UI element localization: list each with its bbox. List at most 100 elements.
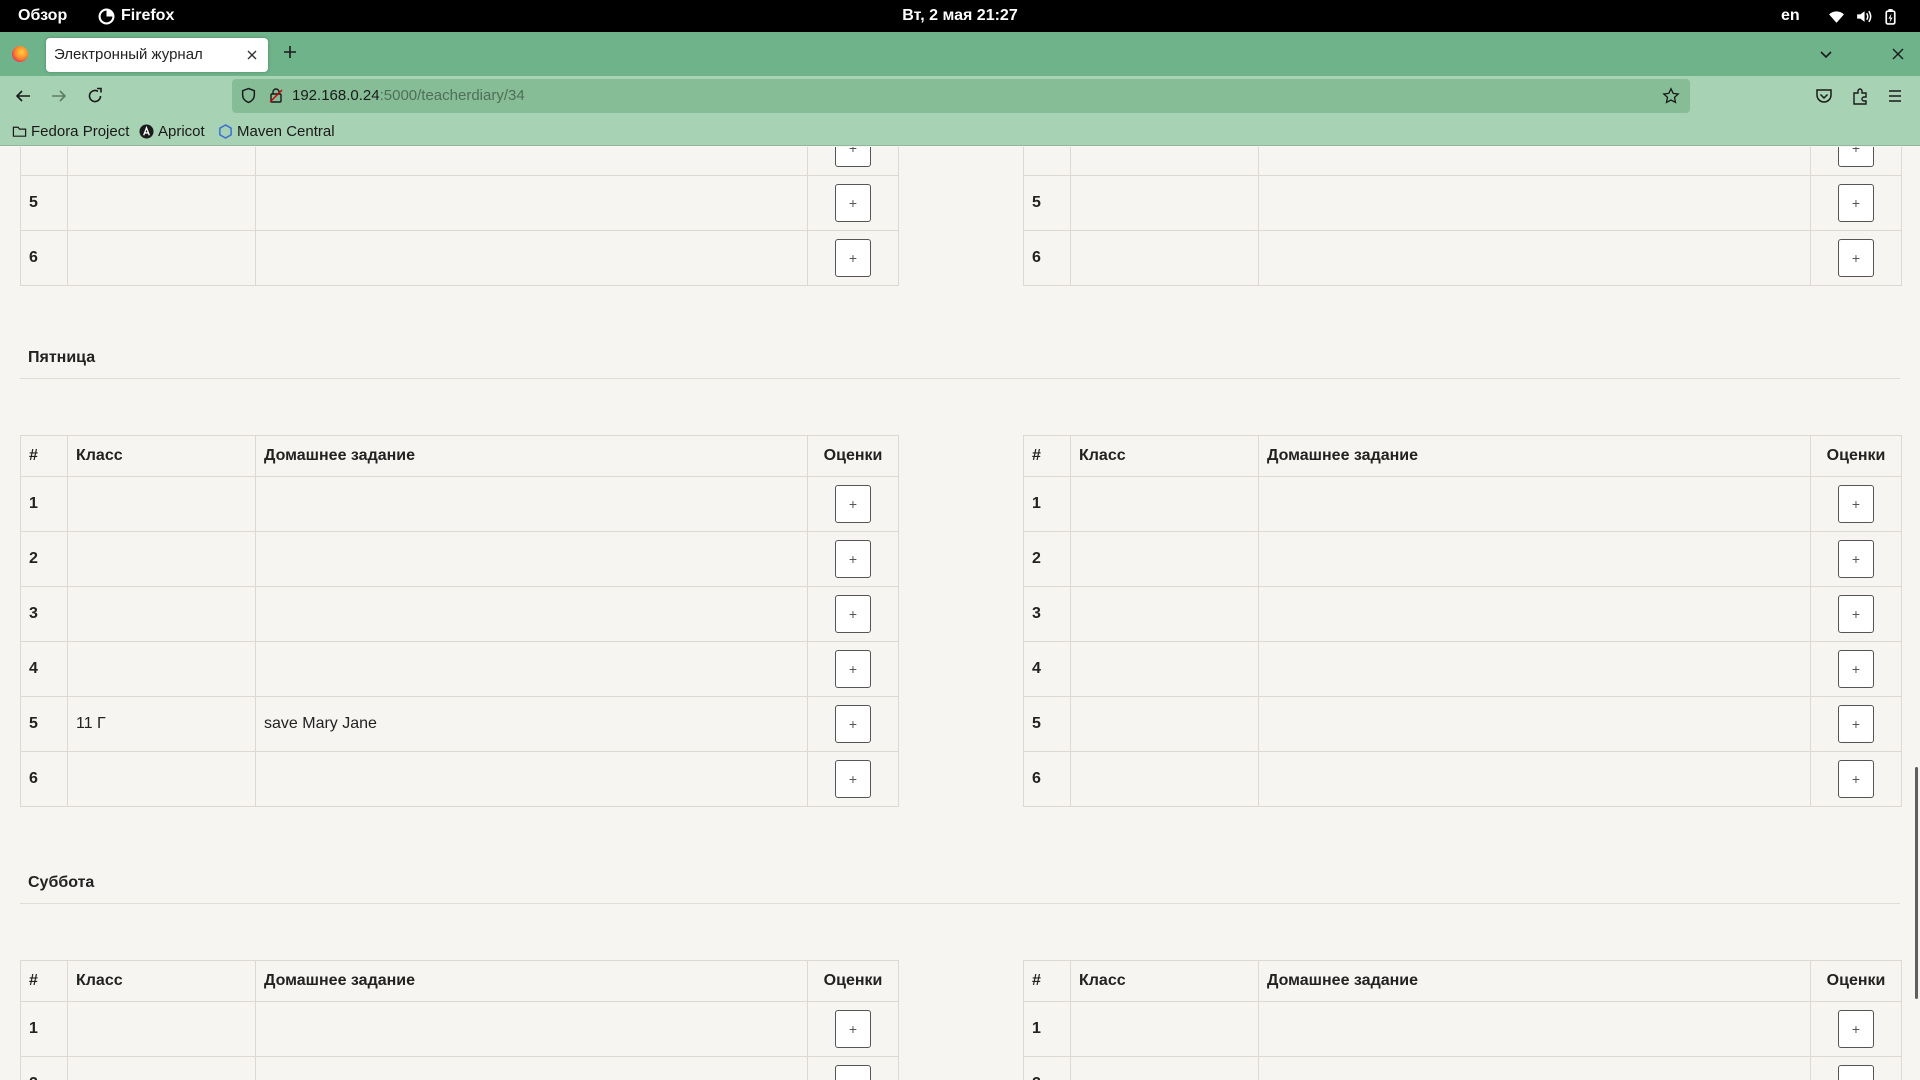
lesson-row: 6 +: [20, 230, 899, 286]
lesson-row: 3 +: [20, 586, 899, 642]
lesson-class: [1070, 531, 1259, 587]
reload-icon[interactable]: [86, 87, 104, 105]
list-all-tabs-icon[interactable]: [1818, 46, 1834, 62]
insecure-lock-icon[interactable]: [268, 87, 284, 104]
pocket-icon[interactable]: [1815, 87, 1833, 105]
lesson-grades: +: [807, 531, 899, 587]
lesson-number: 6: [20, 230, 68, 286]
lesson-row: 1 +: [20, 476, 899, 532]
header-class: Класс: [67, 435, 256, 477]
tracking-protection-shield-icon[interactable]: [240, 87, 257, 104]
day-divider: [20, 903, 1900, 904]
lesson-number: 4: [20, 641, 68, 697]
lesson-number: 5: [20, 175, 68, 231]
extensions-puzzle-icon[interactable]: [1851, 87, 1869, 105]
lesson-grades: +: [1810, 230, 1902, 286]
tab-active[interactable]: Электронный журнал: [46, 38, 268, 72]
bookmark-apricot[interactable]: Apricot: [139, 116, 205, 146]
lesson-row: 1 +: [1023, 1001, 1902, 1057]
lesson-grades: +: [1810, 476, 1902, 532]
lesson-number: 6: [1023, 751, 1071, 807]
activities-button[interactable]: Обзор: [18, 0, 67, 32]
add-grade-button[interactable]: +: [1838, 760, 1874, 798]
bookmark-star-icon[interactable]: [1662, 87, 1680, 105]
day-title-friday: Пятница: [28, 349, 96, 366]
lesson-class: [67, 531, 256, 587]
lesson-number: 3: [20, 586, 68, 642]
add-grade-button[interactable]: +: [1838, 650, 1874, 688]
window-close-icon[interactable]: [1890, 46, 1906, 62]
wifi-icon: [1829, 10, 1844, 23]
volume-icon: [1857, 10, 1872, 22]
header-num: #: [1023, 435, 1071, 477]
add-grade-button[interactable]: +: [1838, 239, 1874, 277]
apricot-icon: [139, 123, 154, 139]
header-grades: Оценки: [807, 960, 899, 1002]
lesson-class: [67, 476, 256, 532]
page-scrollbar-thumb[interactable]: [1915, 767, 1918, 999]
folder-icon: [12, 126, 27, 137]
lesson-homework: [255, 175, 808, 231]
lesson-class: [67, 147, 256, 176]
lesson-number: [20, 147, 68, 176]
add-grade-button[interactable]: +: [835, 540, 871, 578]
address-bar[interactable]: 192.168.0.24:5000/teacherdiary/34: [232, 79, 1690, 113]
close-tab-icon[interactable]: [244, 47, 260, 63]
lesson-class: [67, 751, 256, 807]
app-menu-button[interactable]: Firefox: [98, 0, 174, 32]
add-grade-button[interactable]: +: [835, 650, 871, 688]
bookmark-maven-central[interactable]: Maven Central: [218, 116, 335, 146]
lesson-row: 2+: [1023, 531, 1902, 587]
clock-text[interactable]: Вт, 2 мая 21:27: [902, 7, 1017, 24]
header-num: #: [20, 960, 68, 1002]
add-grade-button[interactable]: +: [835, 485, 871, 523]
lesson-number: 6: [1023, 230, 1071, 286]
lesson-homework: [1258, 531, 1811, 587]
add-grade-button[interactable]: +: [1838, 1010, 1874, 1048]
lesson-number: 1: [1023, 476, 1071, 532]
add-grade-button[interactable]: +: [1838, 540, 1874, 578]
friday-table-left: # Класс Домашнее задание Оценки 1 +2 +3 +4 +5 11…: [20, 435, 899, 807]
add-grade-button[interactable]: +: [1838, 1065, 1874, 1080]
lesson-homework: [1258, 230, 1811, 286]
back-arrow-icon[interactable]: [14, 87, 32, 105]
lesson-class: [67, 175, 256, 231]
keyboard-layout-indicator[interactable]: en: [1781, 0, 1800, 32]
header-grades: Оценки: [1810, 435, 1902, 477]
add-grade-button[interactable]: +: [1838, 147, 1874, 167]
lesson-homework: save Mary Jane: [255, 696, 808, 752]
new-tab-icon[interactable]: [282, 44, 298, 60]
lesson-homework: [255, 751, 808, 807]
lesson-class: [1070, 641, 1259, 697]
lesson-number: 1: [1023, 1001, 1071, 1057]
header-grades: Оценки: [1810, 960, 1902, 1002]
add-grade-button[interactable]: +: [835, 147, 871, 167]
url-host: 192.168.0.24: [292, 87, 380, 104]
header-class: Класс: [67, 960, 256, 1002]
lesson-grades: +: [807, 1056, 899, 1080]
add-grade-button[interactable]: +: [835, 760, 871, 798]
lesson-class: [1070, 175, 1259, 231]
header-class: Класс: [1070, 435, 1259, 477]
add-grade-button[interactable]: +: [1838, 595, 1874, 633]
add-grade-button[interactable]: +: [835, 239, 871, 277]
add-grade-button[interactable]: +: [835, 595, 871, 633]
add-grade-button[interactable]: +: [1838, 705, 1874, 743]
add-grade-button[interactable]: +: [835, 184, 871, 222]
add-grade-button[interactable]: +: [835, 1010, 871, 1048]
url-text[interactable]: 192.168.0.24:5000/teacherdiary/34: [292, 79, 525, 113]
saturday-table-right: #КлассДомашнее заданиеОценки 1+2+: [1023, 960, 1902, 1080]
lesson-homework: [255, 586, 808, 642]
status-area[interactable]: [1828, 0, 1899, 32]
lesson-homework: [255, 531, 808, 587]
add-grade-button[interactable]: +: [1838, 485, 1874, 523]
add-grade-button[interactable]: +: [1838, 184, 1874, 222]
lesson-grades: +: [1810, 531, 1902, 587]
add-grade-button[interactable]: +: [835, 705, 871, 743]
forward-arrow-icon[interactable]: [50, 87, 68, 105]
thursday-table-left: +5 +6 +: [20, 147, 899, 286]
lesson-number: 2: [20, 531, 68, 587]
bookmark-fedora-project[interactable]: Fedora Project: [12, 116, 129, 146]
hamburger-menu-icon[interactable]: [1886, 87, 1904, 105]
add-grade-button[interactable]: +: [835, 1065, 871, 1080]
